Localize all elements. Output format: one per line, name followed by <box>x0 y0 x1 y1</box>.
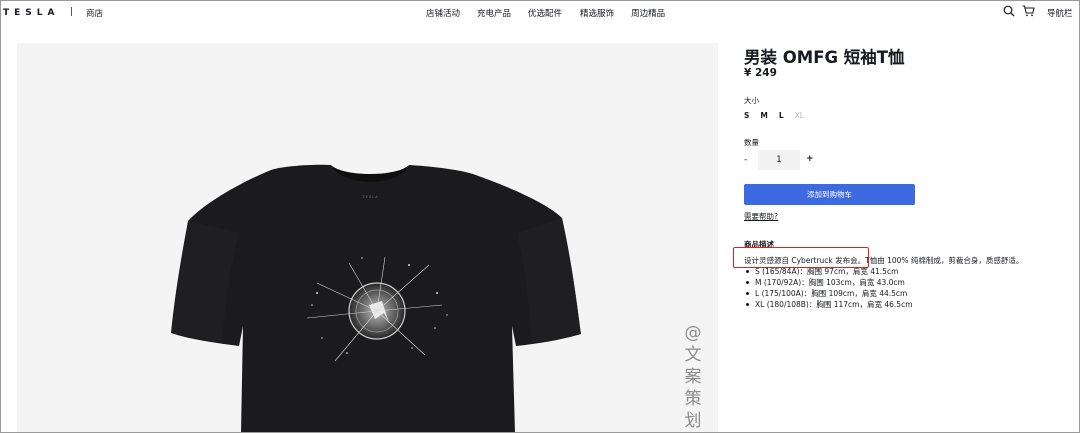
quantity-decrease-button[interactable]: - <box>744 155 747 165</box>
size-option-l[interactable]: L <box>779 111 784 120</box>
cart-icon[interactable] <box>1022 5 1035 17</box>
nav-item-accessories[interactable]: 优选配件 <box>528 7 562 19</box>
shop-link[interactable]: 商店 <box>86 7 103 19</box>
tshirt-neck-print: T E S L A <box>361 195 378 199</box>
watermark-char: @ <box>684 323 702 343</box>
size-spec-list: S (165/84A)：胸围 97cm，肩宽 41.5cm M (170/92A… <box>744 266 913 310</box>
tesla-logo[interactable]: TESLA <box>3 8 59 18</box>
quantity-label: 数量 <box>744 138 759 147</box>
nav-item-store-events[interactable]: 店铺活动 <box>426 7 460 19</box>
product-image: T E S L A <box>17 43 718 433</box>
logo-separator: | <box>70 7 74 17</box>
product-price: ¥ 249 <box>744 67 777 79</box>
watermark: @ 文 案 策 划 <box>680 322 706 432</box>
nav-item-charging[interactable]: 充电产品 <box>477 7 511 19</box>
quantity-input[interactable]: 1 <box>758 150 800 170</box>
size-spec-item: XL (180/108B)：胸围 117cm，肩宽 46.5cm <box>744 299 913 310</box>
search-icon[interactable] <box>1003 5 1015 17</box>
size-spec-item: L (175/100A)：胸围 109cm，肩宽 44.5cm <box>744 288 913 299</box>
highlight-annotation <box>733 247 869 268</box>
watermark-char: 策 <box>684 389 702 409</box>
nav-item-apparel[interactable]: 精选服饰 <box>580 7 614 19</box>
nav-item-lifestyle[interactable]: 周边精品 <box>631 7 665 19</box>
size-option-m[interactable]: M <box>760 111 767 120</box>
size-option-xl[interactable]: XL <box>795 111 804 120</box>
size-selector: S M L XL <box>744 111 815 120</box>
quantity-increase-button[interactable]: + <box>806 154 814 164</box>
menu-button[interactable]: 导航栏 <box>1047 7 1073 19</box>
product-title: 男装 OMFG 短袖T恤 <box>744 48 905 67</box>
watermark-char: 文 <box>684 345 702 365</box>
size-spec-item: M (170/92A)：胸围 103cm，肩宽 43.0cm <box>744 277 913 288</box>
watermark-char: 划 <box>684 411 702 431</box>
watermark-char: 案 <box>684 367 702 387</box>
size-option-s[interactable]: S <box>744 111 749 120</box>
tshirt-image: T E S L A <box>171 164 581 433</box>
top-nav-bar: TESLA | 商店 店铺活动 充电产品 优选配件 精选服饰 周边精品 导航栏 <box>0 0 1080 26</box>
add-to-cart-button[interactable]: 添加到购物车 <box>744 184 915 205</box>
help-link[interactable]: 需要帮助? <box>744 211 778 222</box>
main-nav: 店铺活动 充电产品 优选配件 精选服饰 周边精品 <box>426 7 665 19</box>
size-label: 大小 <box>744 96 759 105</box>
